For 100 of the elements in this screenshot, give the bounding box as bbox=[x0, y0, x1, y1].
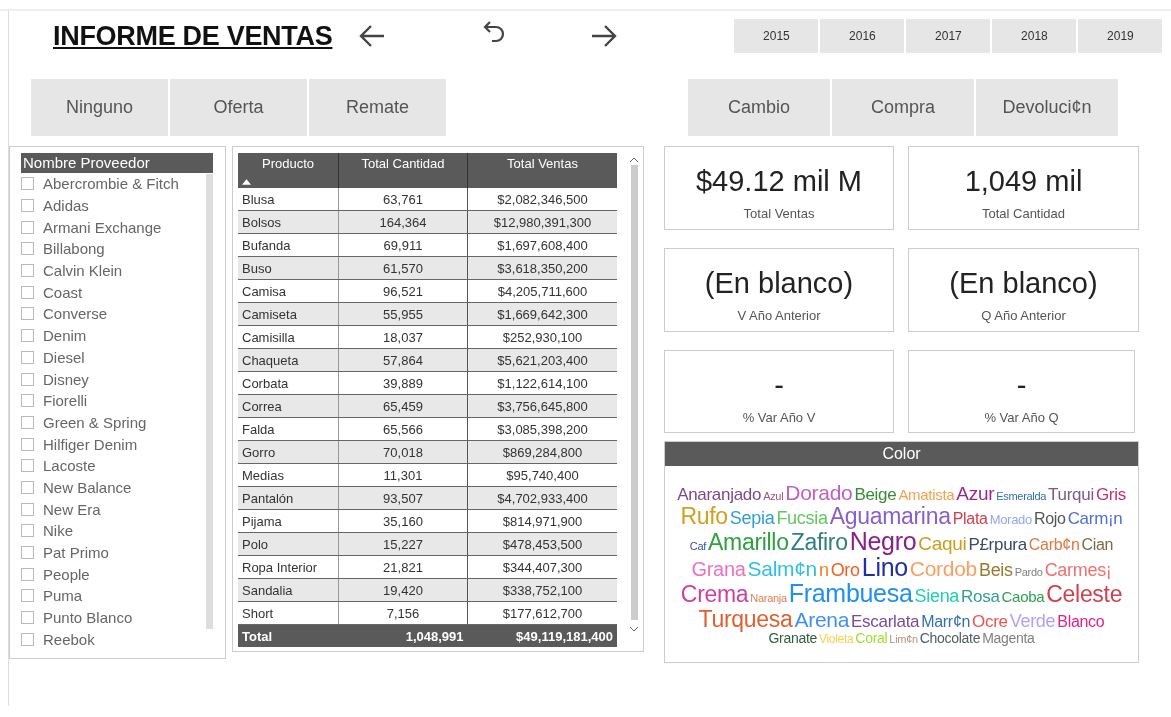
scroll-up-icon[interactable] bbox=[630, 157, 638, 162]
checkbox[interactable] bbox=[21, 480, 34, 494]
checkbox[interactable] bbox=[21, 394, 34, 408]
cloud-word[interactable]: Marr¢n bbox=[921, 613, 971, 631]
cloud-word[interactable]: Frambuesa bbox=[788, 580, 913, 607]
slicer-item[interactable]: New Balance bbox=[43, 478, 132, 496]
column-header[interactable]: Total Cantidad bbox=[338, 153, 468, 188]
forward-arrow-icon[interactable] bbox=[590, 24, 619, 48]
checkbox[interactable] bbox=[21, 546, 34, 560]
cloud-word[interactable]: Chocolate bbox=[919, 630, 981, 646]
cloud-word[interactable]: Rosa bbox=[961, 588, 1000, 607]
cloud-word[interactable]: Granate bbox=[768, 630, 817, 646]
slicer-item[interactable]: Converse bbox=[43, 305, 108, 323]
checkbox[interactable] bbox=[21, 502, 34, 516]
scrollbar[interactable] bbox=[630, 165, 638, 620]
cloud-word[interactable]: Crema bbox=[680, 582, 749, 607]
cloud-word[interactable]: Gris bbox=[1095, 485, 1126, 504]
cloud-word[interactable]: Azur bbox=[956, 483, 995, 504]
cloud-word[interactable]: Anaranjado bbox=[677, 485, 762, 504]
checkbox[interactable] bbox=[21, 589, 34, 603]
cloud-word[interactable]: Azul bbox=[763, 490, 784, 503]
year-button[interactable]: 2017 bbox=[906, 19, 991, 53]
slicer-item[interactable]: Green & Spring bbox=[43, 413, 147, 431]
cloud-word[interactable]: Esmeralda bbox=[996, 490, 1047, 503]
year-button[interactable]: 2019 bbox=[1078, 19, 1163, 53]
slicer-item[interactable]: Adidas bbox=[43, 197, 89, 215]
cloud-word[interactable]: Carmes¡ bbox=[1044, 561, 1112, 580]
slicer-item[interactable]: New Era bbox=[43, 500, 101, 518]
cloud-word[interactable]: Caf bbox=[689, 540, 706, 553]
checkbox[interactable] bbox=[21, 372, 34, 386]
cloud-word[interactable]: Sepia bbox=[729, 508, 775, 528]
slicer-item[interactable]: Fiorelli bbox=[43, 392, 88, 410]
cloud-word[interactable]: Escarlata bbox=[851, 612, 920, 631]
checkbox[interactable] bbox=[21, 220, 34, 234]
sort-icon[interactable] bbox=[242, 179, 251, 185]
cloud-word[interactable]: Ocre bbox=[972, 612, 1008, 631]
slicer-item[interactable]: Calvin Klein bbox=[43, 262, 123, 280]
cloud-word[interactable]: Beige bbox=[854, 485, 897, 504]
slicer-item[interactable]: Hilfiger Denim bbox=[43, 435, 138, 453]
checkbox[interactable] bbox=[21, 437, 34, 451]
cloud-word[interactable]: P£rpura bbox=[968, 535, 1027, 554]
slicer-item[interactable]: Reebok bbox=[43, 630, 95, 648]
back-arrow-icon[interactable] bbox=[358, 24, 387, 48]
checkbox[interactable] bbox=[21, 242, 34, 256]
cloud-word[interactable]: Cian bbox=[1081, 536, 1114, 554]
checkbox[interactable] bbox=[21, 524, 34, 538]
cloud-word[interactable]: Naranja bbox=[750, 593, 787, 605]
column-header[interactable]: Total Ventas bbox=[467, 153, 617, 188]
slicer-item[interactable]: Diesel bbox=[43, 348, 85, 366]
checkbox[interactable] bbox=[21, 264, 34, 278]
slicer-item[interactable]: Coast bbox=[43, 283, 83, 301]
scroll-down-icon[interactable] bbox=[630, 627, 638, 632]
checkbox[interactable] bbox=[21, 199, 34, 213]
slicer-item[interactable]: Armani Exchange bbox=[43, 218, 162, 236]
checkbox[interactable] bbox=[21, 632, 34, 646]
checkbox[interactable] bbox=[21, 459, 34, 473]
year-button[interactable]: 2016 bbox=[820, 19, 905, 53]
cloud-word[interactable]: Turquesa bbox=[698, 606, 793, 631]
column-header[interactable]: Producto bbox=[238, 153, 339, 188]
checkbox[interactable] bbox=[21, 350, 34, 364]
cloud-word[interactable]: Aguamarina bbox=[829, 503, 951, 528]
checkbox[interactable] bbox=[21, 415, 34, 429]
cloud-word[interactable]: Caoba bbox=[1001, 589, 1045, 606]
filter-button[interactable]: Cambio bbox=[688, 79, 830, 136]
cloud-word[interactable]: Carm¡n bbox=[1067, 509, 1123, 528]
filter-button[interactable]: Compra bbox=[832, 79, 974, 136]
checkbox[interactable] bbox=[21, 611, 34, 625]
slicer-item[interactable]: Abercrombie & Fitch bbox=[43, 175, 179, 193]
year-button[interactable]: 2015 bbox=[734, 19, 819, 53]
cloud-word[interactable]: Pardo bbox=[1014, 567, 1043, 579]
undo-icon[interactable] bbox=[482, 19, 507, 45]
slicer-item[interactable]: Puma bbox=[43, 587, 83, 605]
cloud-word[interactable]: Lino bbox=[861, 554, 908, 581]
cloud-word[interactable]: Beis bbox=[978, 561, 1013, 580]
year-button[interactable]: 2018 bbox=[992, 19, 1077, 53]
slicer-item[interactable]: Pat Primo bbox=[43, 544, 109, 562]
slicer-item[interactable]: Lacoste bbox=[43, 457, 96, 475]
checkbox[interactable] bbox=[21, 285, 34, 299]
slicer-item[interactable]: Billabong bbox=[43, 240, 105, 258]
cloud-word[interactable]: Celeste bbox=[1046, 582, 1123, 607]
filter-button[interactable]: Devoluci¢n bbox=[976, 79, 1118, 136]
cloud-word[interactable]: Amarillo bbox=[708, 529, 789, 554]
cloud-word[interactable]: Turqui bbox=[1048, 485, 1094, 504]
slicer-item[interactable]: Disney bbox=[43, 370, 89, 388]
checkbox[interactable] bbox=[21, 567, 34, 581]
scrollbar[interactable] bbox=[206, 174, 213, 629]
cloud-word[interactable]: Plata bbox=[952, 510, 988, 528]
cloud-word[interactable]: Oro bbox=[830, 561, 860, 580]
cloud-word[interactable]: Zafiro bbox=[790, 529, 848, 554]
slicer-item[interactable]: Punto Blanco bbox=[43, 609, 133, 627]
cloud-word[interactable]: Magenta bbox=[982, 630, 1035, 646]
checkbox[interactable] bbox=[21, 177, 34, 191]
slicer-item[interactable]: Denim bbox=[43, 327, 87, 345]
checkbox[interactable] bbox=[21, 307, 34, 321]
slicer-item[interactable]: Nike bbox=[43, 522, 73, 540]
checkbox[interactable] bbox=[21, 329, 34, 343]
slicer-item[interactable]: People bbox=[43, 565, 90, 583]
cloud-word[interactable]: Blanco bbox=[1057, 613, 1105, 631]
cloud-word[interactable]: Rojo bbox=[1033, 510, 1066, 528]
filter-button[interactable]: Ninguno bbox=[31, 79, 168, 136]
